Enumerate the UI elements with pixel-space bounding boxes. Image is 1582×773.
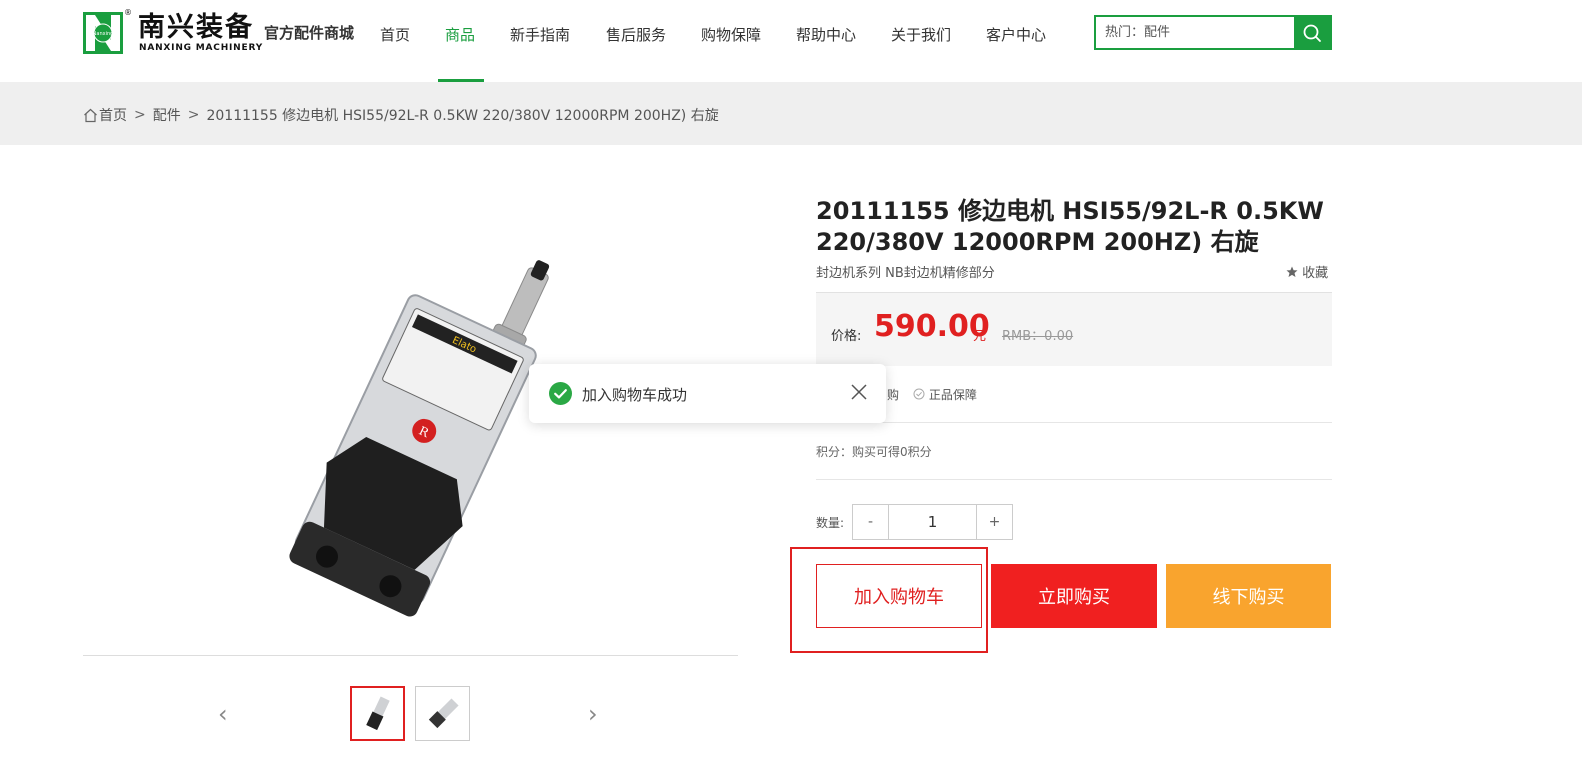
home-icon bbox=[84, 108, 97, 122]
thumbnail-image bbox=[428, 697, 459, 728]
quantity-stepper: - + bbox=[852, 504, 1013, 540]
favorite-label: 收藏 bbox=[1302, 266, 1329, 281]
gallery-divider bbox=[83, 655, 738, 656]
divider bbox=[816, 479, 1332, 480]
breadcrumb-category[interactable]: 配件 bbox=[153, 105, 181, 125]
guarantee-item-2: 正品保障 bbox=[913, 386, 977, 403]
breadcrumb-bar: 首页 > 配件 > 20111155 修边电机 HSI55/92L-R 0.5K… bbox=[0, 82, 1582, 145]
breadcrumb: 首页 > 配件 > 20111155 修边电机 HSI55/92L-R 0.5K… bbox=[83, 105, 719, 125]
thumbnail-image bbox=[365, 695, 390, 730]
logo-mark-text: Nanxing bbox=[93, 31, 114, 37]
check-circle-outline-icon bbox=[913, 388, 925, 400]
quantity-label: 数量: bbox=[816, 516, 845, 530]
success-toast: 加入购物车成功 bbox=[529, 364, 886, 423]
quantity-input[interactable] bbox=[888, 505, 977, 539]
guarantee-item-1: 购 bbox=[887, 388, 900, 402]
breadcrumb-current: 20111155 修边电机 HSI55/92L-R 0.5KW 220/380V… bbox=[206, 108, 719, 124]
price-unit: 元 bbox=[973, 329, 987, 344]
toast-message: 加入购物车成功 bbox=[582, 386, 688, 404]
check-circle-icon bbox=[549, 382, 572, 405]
brand-tagline: 官方配件商城 bbox=[264, 24, 355, 42]
brand-name-cn[interactable]: 南兴装备 bbox=[138, 12, 254, 44]
points-info: 积分：购买可得0积分 bbox=[816, 445, 932, 459]
brand-logo-mark[interactable]: Nanxing bbox=[83, 12, 123, 54]
search-button[interactable] bbox=[1294, 17, 1330, 48]
nav-item-products[interactable]: 商品 bbox=[445, 24, 475, 45]
search-input[interactable] bbox=[1096, 17, 1296, 48]
brand-name-en: NANXING MACHINERY bbox=[139, 43, 264, 53]
product-category: 封边机系列 NB封边机精修部分 bbox=[816, 266, 995, 281]
search-box bbox=[1094, 15, 1332, 50]
nav-item-home[interactable]: 首页 bbox=[380, 24, 410, 45]
star-icon bbox=[1286, 266, 1298, 277]
buy-now-button[interactable]: 立即购买 bbox=[991, 564, 1157, 628]
product-main-image: Elato R bbox=[200, 230, 620, 630]
product-title: 20111155 修边电机 HSI55/92L-R 0.5KW 220/380V… bbox=[816, 197, 1324, 256]
quantity-decrease-button[interactable]: - bbox=[853, 505, 888, 539]
site-header: Nanxing ® 南兴装备 NANXING MACHINERY 官方配件商城 … bbox=[0, 0, 1582, 82]
gallery-next-arrow[interactable]: › bbox=[588, 700, 598, 728]
price-label: 价格: bbox=[831, 329, 862, 344]
close-icon[interactable] bbox=[850, 383, 868, 401]
gallery-prev-arrow[interactable]: ‹ bbox=[218, 700, 228, 728]
original-price: RMB：0.00 bbox=[1002, 329, 1074, 344]
nav-item-after-sales[interactable]: 售后服务 bbox=[606, 24, 666, 45]
nav-item-shopping-guarantee[interactable]: 购物保障 bbox=[701, 24, 761, 45]
breadcrumb-separator: > bbox=[134, 107, 146, 123]
search-icon bbox=[1303, 24, 1321, 42]
breadcrumb-separator: > bbox=[187, 107, 200, 123]
guarantee-label: 正品保障 bbox=[928, 388, 977, 402]
nav-item-customer[interactable]: 客户中心 bbox=[986, 24, 1046, 45]
registered-mark: ® bbox=[124, 8, 132, 17]
breadcrumb-home[interactable]: 首页 bbox=[99, 105, 127, 125]
quantity-increase-button[interactable]: + bbox=[977, 505, 1012, 539]
favorite-button[interactable]: 收藏 bbox=[1286, 262, 1328, 281]
nav-item-guide[interactable]: 新手指南 bbox=[510, 24, 570, 45]
nav-item-help[interactable]: 帮助中心 bbox=[796, 24, 856, 45]
price-panel: 价格: 590.00 元 RMB：0.00 bbox=[816, 292, 1332, 366]
offline-purchase-button[interactable]: 线下购买 bbox=[1166, 564, 1331, 628]
divider bbox=[816, 422, 1332, 423]
gallery-thumbnail-2[interactable] bbox=[415, 686, 470, 741]
add-to-cart-button[interactable]: 加入购物车 bbox=[816, 564, 982, 628]
nav-item-about[interactable]: 关于我们 bbox=[891, 24, 951, 45]
gallery-thumbnail-1[interactable] bbox=[350, 686, 405, 741]
